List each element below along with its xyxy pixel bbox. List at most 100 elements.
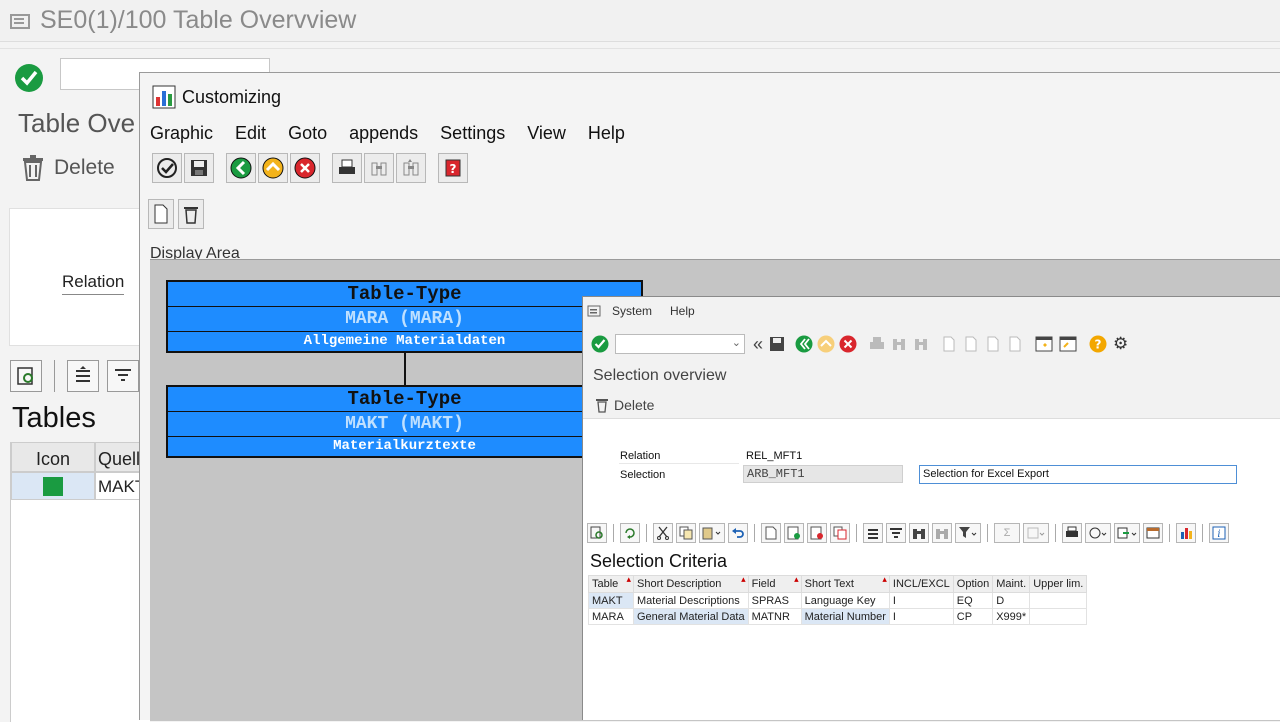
enter-check-icon[interactable]: [14, 63, 44, 93]
sort-button[interactable]: [67, 360, 99, 392]
back-button[interactable]: [226, 153, 256, 183]
rewind-icon[interactable]: «: [753, 334, 763, 355]
command-field[interactable]: ⌄: [615, 334, 745, 354]
table-cell[interactable]: MATNR: [747, 608, 802, 625]
sort-descending-button[interactable]: [886, 523, 906, 543]
filter-button[interactable]: [955, 523, 981, 543]
table-cell[interactable]: Material Number: [800, 608, 890, 625]
find-next-button[interactable]: [396, 153, 426, 183]
menu-icon[interactable]: [587, 304, 603, 318]
menu-settings[interactable]: Settings: [440, 123, 505, 144]
print-button[interactable]: [1062, 523, 1082, 543]
export-button[interactable]: [1114, 523, 1140, 543]
save-icon[interactable]: [769, 336, 785, 352]
table-cell[interactable]: Language Key: [800, 592, 890, 609]
help-button[interactable]: ?: [438, 153, 468, 183]
find-icon[interactable]: [891, 336, 907, 352]
table-cell[interactable]: CP: [952, 608, 994, 625]
menu-appends[interactable]: appends: [349, 123, 418, 144]
filter-button[interactable]: [107, 360, 139, 392]
save-button[interactable]: [184, 153, 214, 183]
cancel-button[interactable]: [290, 153, 320, 183]
background-delete-button[interactable]: Delete: [20, 154, 115, 182]
total-button[interactable]: Σ: [994, 523, 1020, 543]
graphic-button[interactable]: [1176, 523, 1196, 543]
refresh-button[interactable]: [620, 523, 640, 543]
next-page-icon[interactable]: [985, 335, 1001, 353]
table-cell[interactable]: [1029, 608, 1088, 625]
exit-button[interactable]: [258, 153, 288, 183]
print-button[interactable]: [332, 153, 362, 183]
find-button[interactable]: [364, 153, 394, 183]
views-button[interactable]: [1085, 523, 1111, 543]
details-button[interactable]: [10, 360, 42, 392]
shortcut-icon[interactable]: [1059, 335, 1077, 353]
menu-goto[interactable]: Goto: [288, 123, 327, 144]
column-header[interactable]: Maint.: [992, 575, 1031, 593]
table-cell[interactable]: MAKT: [588, 592, 634, 609]
table-cell[interactable]: I: [888, 592, 954, 609]
new-document-button[interactable]: [148, 199, 174, 229]
selection-description-field[interactable]: Selection for Excel Export: [919, 465, 1237, 484]
delete-row-button[interactable]: [807, 523, 827, 543]
print-icon[interactable]: [869, 336, 885, 352]
cut-button[interactable]: [653, 523, 673, 543]
table-cell[interactable]: Material Descriptions: [633, 592, 749, 609]
selection-delete-button[interactable]: Delete: [583, 391, 1280, 419]
column-header[interactable]: Field ▴: [747, 574, 802, 593]
menu-graphic[interactable]: Graphic: [150, 123, 213, 144]
insert-row-button[interactable]: [784, 523, 804, 543]
undo-button[interactable]: [728, 523, 748, 543]
column-header[interactable]: Short Text ▴: [800, 574, 890, 593]
column-header[interactable]: Upper lim.: [1029, 575, 1088, 593]
column-header[interactable]: Option: [952, 575, 994, 593]
chevron-down-icon[interactable]: ⌄: [732, 336, 741, 349]
table-cell[interactable]: General Material Data: [633, 608, 749, 625]
menu-icon[interactable]: [10, 12, 32, 30]
sort-ascending-button[interactable]: [863, 523, 883, 543]
table-cell[interactable]: SPRAS: [747, 592, 802, 609]
gear-icon[interactable]: ⚙: [1113, 334, 1128, 354]
last-page-icon[interactable]: [1007, 335, 1023, 353]
column-header[interactable]: INCL/EXCL: [888, 575, 954, 593]
table-row[interactable]: MAKT Material Descriptions SPRAS Languag…: [588, 592, 1088, 609]
table-type-box-mara[interactable]: Table-Type MARA (MARA) Allgemeine Materi…: [166, 280, 643, 353]
back-icon[interactable]: [795, 335, 813, 353]
details-button[interactable]: [587, 523, 607, 543]
table-cell[interactable]: I: [888, 608, 954, 625]
check-button[interactable]: [152, 153, 182, 183]
column-header[interactable]: Short Description ▴: [633, 574, 749, 593]
menu-edit[interactable]: Edit: [235, 123, 266, 144]
grid-cell-icon[interactable]: [11, 472, 95, 500]
copy-button[interactable]: [676, 523, 696, 543]
info-button[interactable]: i: [1209, 523, 1229, 543]
paste-button[interactable]: [699, 523, 725, 543]
grid-header-icon[interactable]: Icon: [11, 442, 95, 472]
enter-check-icon[interactable]: [591, 335, 609, 353]
delete-button[interactable]: [178, 199, 204, 229]
help-icon[interactable]: ?: [1089, 335, 1107, 353]
new-session-icon[interactable]: [1035, 335, 1053, 353]
first-page-icon[interactable]: [941, 335, 957, 353]
table-cell[interactable]: D: [992, 592, 1031, 609]
menu-help[interactable]: Help: [588, 123, 625, 144]
table-cell[interactable]: MARA: [588, 608, 634, 625]
menu-view[interactable]: View: [527, 123, 566, 144]
find-next-icon[interactable]: [913, 336, 929, 352]
menu-help[interactable]: Help: [670, 304, 695, 318]
layout-button[interactable]: [1143, 523, 1163, 543]
column-header[interactable]: Table ▴: [588, 574, 634, 593]
duplicate-row-button[interactable]: [830, 523, 850, 543]
find-button[interactable]: [909, 523, 929, 543]
table-cell[interactable]: [1029, 592, 1088, 609]
table-type-box-makt[interactable]: Table-Type MAKT (MAKT) Materialkurztexte: [166, 385, 643, 458]
table-row[interactable]: MARA General Material Data MATNR Materia…: [588, 608, 1088, 625]
append-row-button[interactable]: [761, 523, 781, 543]
cancel-icon[interactable]: [839, 335, 857, 353]
menu-system[interactable]: System: [612, 304, 652, 318]
exit-icon[interactable]: [817, 335, 835, 353]
table-cell[interactable]: EQ: [952, 592, 994, 609]
selection-id-field[interactable]: ARB_MFT1: [743, 465, 903, 483]
table-cell[interactable]: X999*: [992, 608, 1031, 625]
previous-page-icon[interactable]: [963, 335, 979, 353]
